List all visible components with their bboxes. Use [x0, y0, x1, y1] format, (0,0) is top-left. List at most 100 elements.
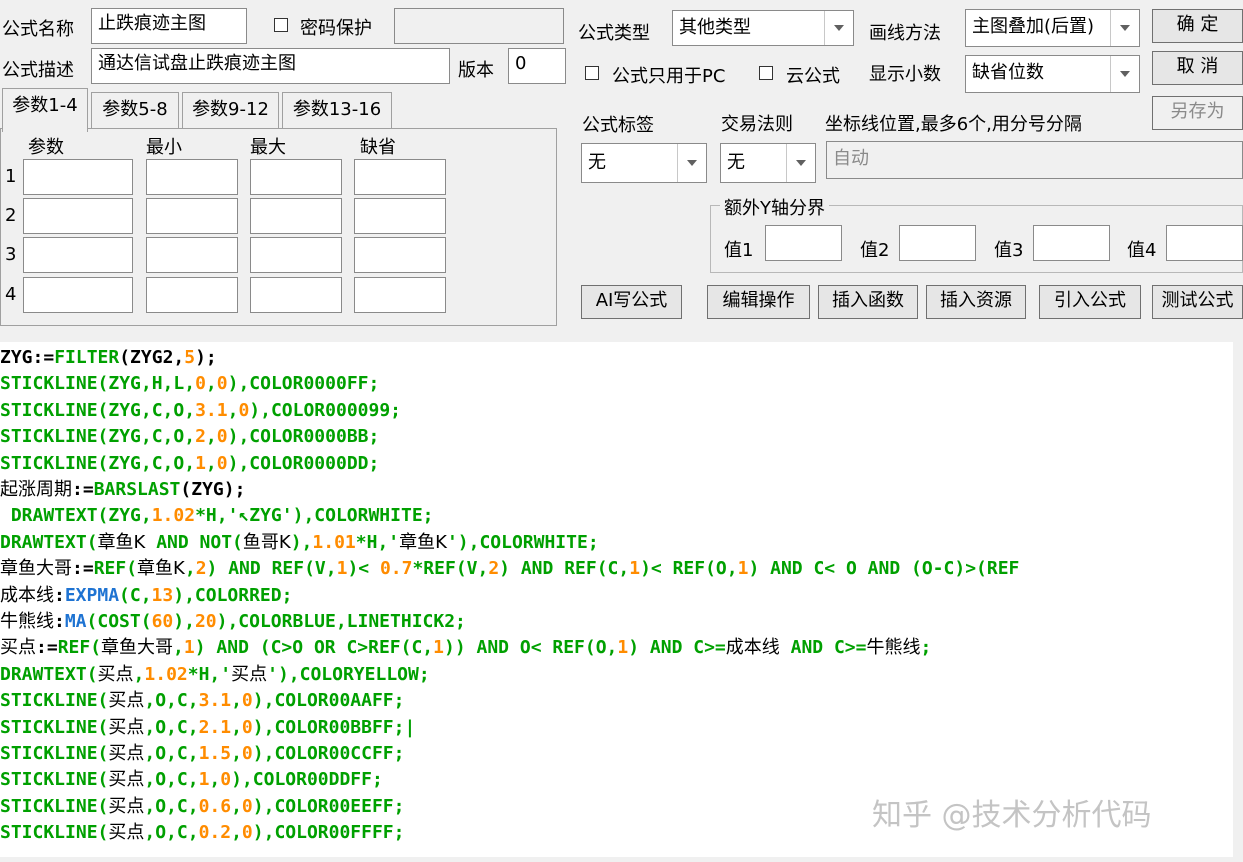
code-token: STICKLINE(: [0, 822, 109, 844]
code-token: 0: [195, 373, 206, 395]
code-token: ZYG:=: [0, 347, 55, 368]
draw-method-label: 画线方法: [869, 23, 941, 44]
draw-method-select[interactable]: 主图叠加(后置): [965, 9, 1140, 47]
code-token: ) AND C< O AND (O-C)>(REF: [748, 558, 1020, 580]
param-2-name[interactable]: [23, 198, 133, 234]
code-token: ,: [231, 795, 242, 817]
chevron-down-icon[interactable]: [824, 11, 853, 45]
formula-desc-field[interactable]: 通达信试盘止跌痕迹主图: [91, 48, 450, 84]
ai-write-button[interactable]: AI写公式: [581, 285, 682, 319]
pc-only-checkbox[interactable]: [585, 66, 599, 80]
import-formula-button[interactable]: 引入公式: [1039, 285, 1141, 319]
code-token: 买点: [108, 690, 145, 712]
code-token: 3.1: [198, 690, 232, 712]
param-row-number: 1: [5, 166, 17, 187]
cancel-button[interactable]: 取 消: [1152, 51, 1243, 85]
chevron-down-icon[interactable]: [1110, 56, 1139, 92]
param-1-min[interactable]: [146, 159, 238, 195]
password-checkbox[interactable]: [274, 18, 288, 32]
param-4-min[interactable]: [146, 277, 238, 313]
param-3-max[interactable]: [250, 237, 342, 273]
code-line: STICKLINE(ZYG,H,L,0,0),COLOR0000FF;: [0, 371, 379, 397]
cloud-checkbox[interactable]: [759, 66, 773, 80]
param-2-max[interactable]: [250, 198, 342, 234]
code-token: 13: [151, 584, 174, 606]
formula-type-select[interactable]: 其他类型: [672, 10, 854, 46]
chevron-down-icon[interactable]: [677, 144, 706, 182]
code-token: ,: [231, 822, 242, 844]
code-token: 1.02: [144, 663, 188, 685]
tab-params-1-4[interactable]: 参数1-4: [2, 88, 88, 132]
param-1-default[interactable]: [354, 159, 446, 195]
param-1-name[interactable]: [23, 159, 133, 195]
code-token: *H,'↖ZYG'),COLORWHITE;: [195, 505, 434, 527]
edit-operations-button[interactable]: 编辑操作: [707, 285, 810, 319]
tab-params-13-16[interactable]: 参数13-16: [282, 92, 392, 128]
param-4-max[interactable]: [250, 277, 342, 313]
code-token: 起涨周期: [0, 479, 72, 500]
code-token: STICKLINE(ZYG,C,O,: [0, 452, 196, 474]
code-line: STICKLINE(买点,O,C,1.5,0),COLOR00CCFF;: [0, 741, 404, 767]
chevron-down-icon[interactable]: [786, 144, 815, 182]
chevron-down-icon[interactable]: [1110, 10, 1139, 46]
trade-rule-select[interactable]: 无: [720, 143, 816, 183]
code-token: 买点: [108, 795, 145, 817]
tab-params-5-8[interactable]: 参数5-8: [91, 92, 179, 128]
code-token: ),COLOR00BBFF;|: [252, 716, 416, 738]
param-3-name[interactable]: [23, 237, 133, 273]
formula-tag-select[interactable]: 无: [581, 143, 707, 183]
password-field[interactable]: [394, 8, 564, 44]
val1-field[interactable]: [765, 225, 842, 261]
test-formula-button[interactable]: 测试公式: [1152, 285, 1243, 319]
save-as-button[interactable]: 另存为: [1152, 96, 1243, 130]
insert-resource-button[interactable]: 插入资源: [926, 285, 1026, 319]
show-decimals-select[interactable]: 缺省位数: [965, 55, 1140, 93]
code-token: AND NOT(: [145, 531, 243, 553]
val2-field[interactable]: [899, 225, 976, 261]
insert-function-button[interactable]: 插入函数: [818, 285, 918, 319]
val3-field[interactable]: [1033, 225, 1110, 261]
param-3-min[interactable]: [146, 237, 238, 273]
val4-field[interactable]: [1166, 225, 1243, 261]
version-field[interactable]: 0: [508, 48, 566, 84]
code-token: 1.5: [198, 743, 232, 764]
param-2-default[interactable]: [354, 198, 446, 234]
code-token: ),COLOR00DDFF;: [231, 769, 383, 791]
param-4-default[interactable]: [354, 277, 446, 313]
code-token: ,O,C,: [144, 795, 199, 817]
code-token: 0: [241, 690, 253, 712]
code-token: 买点: [108, 769, 145, 791]
param-4-name[interactable]: [23, 277, 133, 313]
formula-desc-label: 公式描述: [2, 60, 74, 81]
param-1-max[interactable]: [250, 159, 342, 195]
code-token: ,: [205, 452, 217, 474]
code-editor[interactable]: ZYG:=FILTER(ZYG2,5); STICKLINE(ZYG,H,L,0,…: [0, 342, 1233, 857]
code-line: STICKLINE(买点,O,C,2.1,0),COLOR00BBFF;|: [0, 715, 415, 741]
code-line: 章鱼大哥:=REF(章鱼K,2) AND REF(V,1)< 0.7*REF(V…: [0, 556, 1019, 582]
code-token: 0: [241, 795, 253, 817]
code-token: :=: [36, 637, 58, 659]
code-token: ,: [133, 663, 145, 685]
code-token: REF(: [93, 558, 138, 580]
param-header-default: 缺省: [360, 137, 396, 158]
code-line: STICKLINE(买点,O,C,3.1,0),COLOR00AAFF;: [0, 688, 404, 714]
code-token: ,O,C,: [144, 690, 199, 712]
code-token: MA: [64, 611, 87, 632]
code-token: 买点: [0, 637, 36, 659]
param-header-max: 最大: [250, 137, 286, 158]
code-token: ,: [184, 558, 196, 580]
param-3-default[interactable]: [354, 237, 446, 273]
code-token: ) AND (C>O OR C>REF(C,: [194, 637, 434, 659]
code-token: ),COLOR00EEFF;: [252, 795, 405, 817]
ok-button[interactable]: 确 定: [1152, 9, 1243, 43]
formula-tag-value: 无: [588, 152, 606, 173]
code-token: *H,': [187, 663, 232, 685]
axis-pos-field[interactable]: 自动: [826, 141, 1243, 179]
param-2-min[interactable]: [146, 198, 238, 234]
code-token: ),COLORRED;: [173, 584, 293, 606]
code-token: ,: [231, 743, 242, 764]
code-token: ,: [209, 769, 221, 791]
code-token: ,: [205, 373, 217, 395]
tab-params-9-12[interactable]: 参数9-12: [182, 92, 279, 128]
formula-name-field[interactable]: 止跌痕迹主图: [91, 8, 247, 44]
